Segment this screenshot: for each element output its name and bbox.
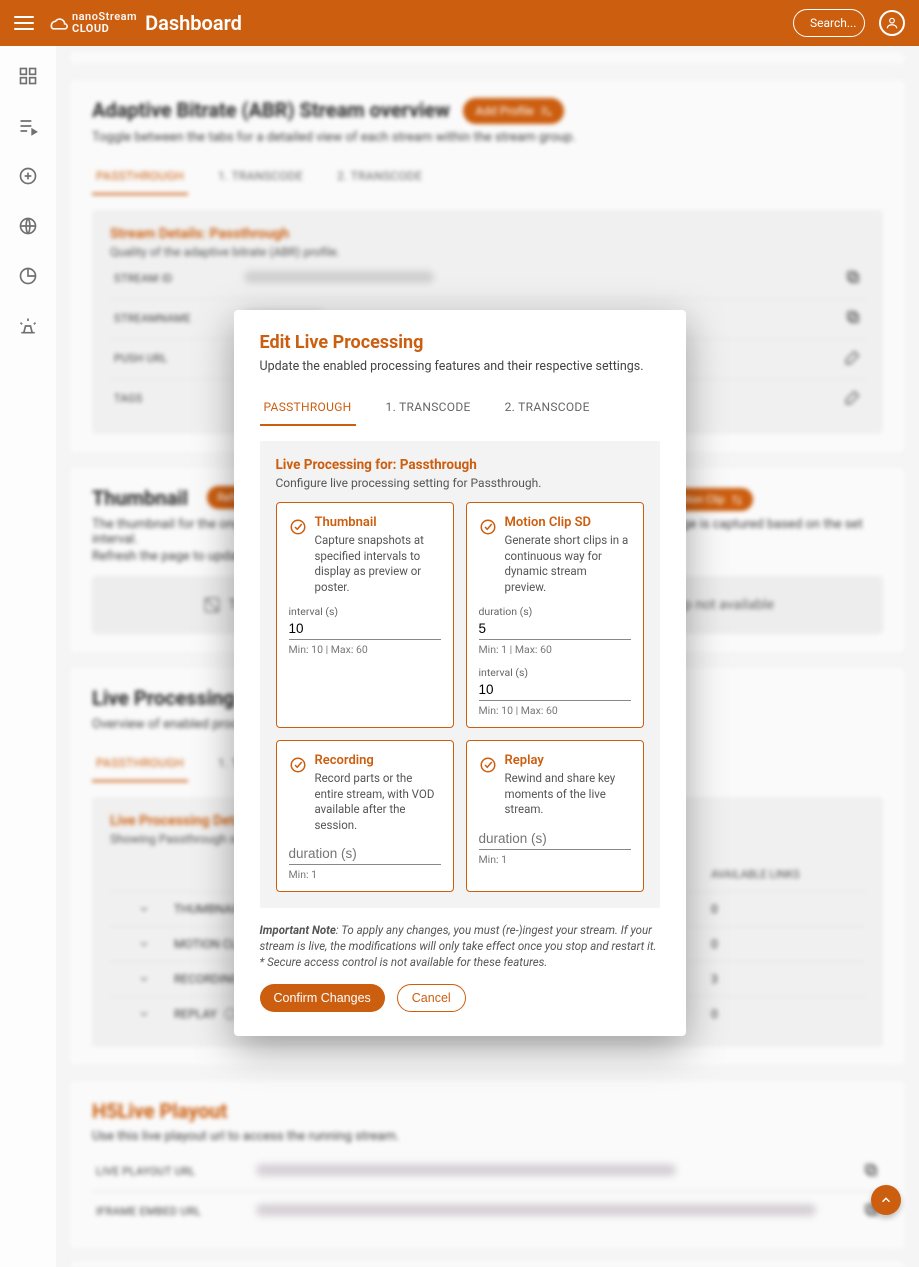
chevron-up-icon <box>879 1193 893 1207</box>
opt-motionclip[interactable]: Motion Clip SD Generate short clips in a… <box>466 502 644 728</box>
check-circle-icon <box>289 756 307 774</box>
check-circle-icon <box>479 756 497 774</box>
thumbnail-interval-input[interactable] <box>289 618 441 640</box>
edit-lp-dialog: Edit Live Processing Update the enabled … <box>234 310 686 1036</box>
check-circle-icon <box>289 518 307 536</box>
check-circle-icon <box>479 518 497 536</box>
dtab-transcode-2[interactable]: 2. TRANSCODE <box>501 390 594 426</box>
dtab-transcode-1[interactable]: 1. TRANSCODE <box>382 390 475 426</box>
scroll-top-fab[interactable] <box>871 1185 901 1215</box>
dialog-panel: Live Processing for: Passthrough Configu… <box>260 441 660 908</box>
confirm-button[interactable]: Confirm Changes <box>260 984 385 1012</box>
cancel-button[interactable]: Cancel <box>397 984 466 1012</box>
modal-overlay: Edit Live Processing Update the enabled … <box>0 0 919 1267</box>
dialog-tabs: PASSTHROUGH 1. TRANSCODE 2. TRANSCODE <box>260 390 660 427</box>
motion-interval-input[interactable] <box>479 679 631 701</box>
opt-replay[interactable]: Replay Rewind and share key moments of t… <box>466 740 644 892</box>
opt-recording[interactable]: Recording Record parts or the entire str… <box>276 740 454 892</box>
replay-duration-input[interactable] <box>479 828 631 850</box>
recording-duration-input[interactable] <box>289 843 441 865</box>
dialog-title: Edit Live Processing <box>260 332 660 353</box>
motion-duration-input[interactable] <box>479 618 631 640</box>
dialog-note: Important Note: To apply any changes, yo… <box>260 922 660 970</box>
opt-thumbnail[interactable]: Thumbnail Capture snapshots at specified… <box>276 502 454 728</box>
dtab-passthrough[interactable]: PASSTHROUGH <box>260 390 356 426</box>
